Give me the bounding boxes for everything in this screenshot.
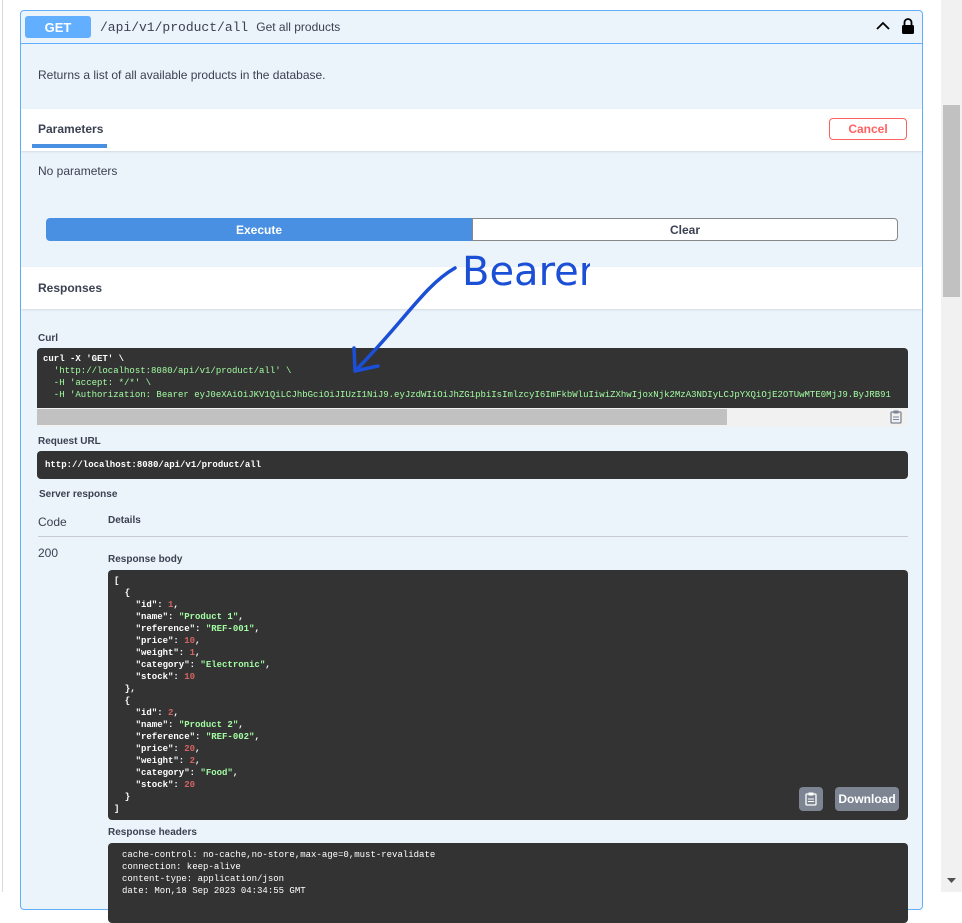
scroll-down-arrow-icon[interactable] — [947, 878, 956, 884]
annotation-arrow-icon — [356, 266, 457, 370]
operation-block-get: GET /api/v1/product/all Get all products… — [20, 10, 923, 923]
json-key: "stock": — [114, 672, 185, 682]
operation-summary[interactable]: GET /api/v1/product/all Get all products — [21, 11, 922, 44]
json-bracket: [ — [114, 576, 120, 586]
copy-button[interactable] — [799, 787, 823, 811]
response-headers-label: Response headers — [108, 827, 197, 838]
json-key: "price": — [114, 636, 185, 646]
copy-icon[interactable] — [890, 410, 902, 424]
curl-line: -H 'Authorization: Bearer eyJ0eXAiOiJKV1… — [43, 390, 891, 400]
json-punct: , — [195, 648, 201, 658]
response-headers[interactable]: cache-control: no-cache,no-store,max-age… — [108, 843, 908, 923]
json-punct: , — [195, 636, 201, 646]
json-punct: , — [195, 756, 201, 766]
json-punct: , — [238, 720, 244, 730]
method-badge: GET — [25, 16, 91, 38]
vertical-scrollbar-thumb[interactable] — [943, 105, 960, 297]
tab-parameters[interactable]: Parameters — [38, 122, 103, 136]
json-punct: , — [254, 732, 260, 742]
json-punct: , — [238, 612, 244, 622]
table-divider — [38, 536, 908, 537]
swagger-page: GET /api/v1/product/all Get all products… — [0, 0, 962, 923]
status-code: 200 — [38, 546, 59, 560]
header-line: connection: keep-alive — [122, 862, 241, 872]
code-column-header: Code — [38, 515, 67, 529]
request-url-block[interactable]: http://localhost:8080/api/v1/product/all — [37, 451, 908, 479]
curl-label: Curl — [38, 333, 58, 344]
curl-line: 'http://localhost:8080/api/v1/product/al… — [43, 366, 292, 376]
json-number: 20 — [184, 744, 196, 754]
json-key: "id": — [114, 708, 169, 718]
json-key: "id": — [114, 600, 169, 610]
curl-line: -H 'accept: */*' \ — [43, 378, 152, 388]
json-string: "Product 2" — [178, 720, 239, 730]
clear-button[interactable]: Clear — [472, 218, 898, 241]
curl-line: curl -X 'GET' \ — [43, 354, 125, 364]
left-border — [2, 0, 3, 892]
execute-button[interactable]: Execute — [46, 218, 472, 241]
summary-description: Get all products — [256, 20, 341, 34]
json-key: "weight": — [114, 756, 190, 766]
copy-icon — [805, 792, 817, 806]
no-parameters-text: No parameters — [38, 164, 118, 178]
json-number: 10 — [184, 672, 196, 682]
lock-icon[interactable] — [901, 17, 915, 35]
json-number: 20 — [184, 780, 196, 790]
download-button[interactable]: Download — [835, 787, 899, 811]
json-key: "name": — [114, 612, 179, 622]
operation-description: Returns a list of all available products… — [38, 68, 326, 82]
json-brace: { — [124, 588, 131, 598]
json-punct: , — [232, 768, 239, 778]
json-string: "Food" — [200, 768, 233, 778]
json-bracket: ] — [114, 804, 120, 814]
json-string: "REF-001" — [205, 624, 255, 634]
annotation-text: Bearer — [462, 249, 590, 295]
endpoint-path: /api/v1/product/all — [100, 19, 249, 35]
scrollbar-thumb[interactable] — [37, 409, 727, 425]
vertical-scrollbar[interactable] — [941, 0, 962, 892]
json-punct: , — [254, 624, 260, 634]
handwritten-annotation: Bearer — [352, 249, 590, 373]
json-punct: , — [195, 744, 201, 754]
response-body-label: Response body — [108, 554, 183, 565]
execute-wrapper: Execute Clear — [46, 218, 898, 241]
details-column-header: Details — [108, 515, 141, 526]
json-number: 10 — [184, 636, 196, 646]
header-line: date: Mon,18 Sep 2023 04:34:55 GMT — [122, 886, 306, 896]
response-json: [ { "id": 1, "name": "Product 1", "refer… — [114, 576, 271, 814]
json-key: "price": — [114, 744, 185, 754]
json-string: "Product 1" — [178, 612, 239, 622]
cancel-button[interactable]: Cancel — [829, 118, 907, 140]
json-brace: }, — [124, 684, 136, 694]
request-url-label: Request URL — [38, 436, 101, 447]
json-key: "name": — [114, 720, 179, 730]
header-line: cache-control: no-cache,no-store,max-age… — [122, 850, 436, 860]
json-punct: , — [173, 708, 179, 718]
json-string: "Electronic" — [200, 660, 266, 670]
response-body[interactable]: [ { "id": 1, "name": "Product 1", "refer… — [108, 570, 908, 820]
json-key: "weight": — [114, 648, 190, 658]
json-brace: } — [124, 792, 131, 802]
json-key: "category": — [114, 660, 201, 670]
json-key: "reference": — [114, 732, 206, 742]
json-key: "category": — [114, 768, 201, 778]
json-brace: { — [124, 696, 131, 706]
json-key: "stock": — [114, 780, 185, 790]
json-string: "REF-002" — [205, 732, 255, 742]
curl-horizontal-scrollbar[interactable] — [37, 408, 908, 427]
parameters-header: Parameters Cancel — [21, 109, 922, 151]
json-punct: , — [173, 600, 179, 610]
chevron-up-icon[interactable] — [876, 19, 890, 33]
json-punct: , — [265, 660, 271, 670]
server-response-label: Server response — [39, 489, 118, 500]
tab-underline — [32, 144, 107, 148]
json-key: "reference": — [114, 624, 206, 634]
responses-title: Responses — [38, 281, 103, 295]
header-line: content-type: application/json — [122, 874, 285, 884]
